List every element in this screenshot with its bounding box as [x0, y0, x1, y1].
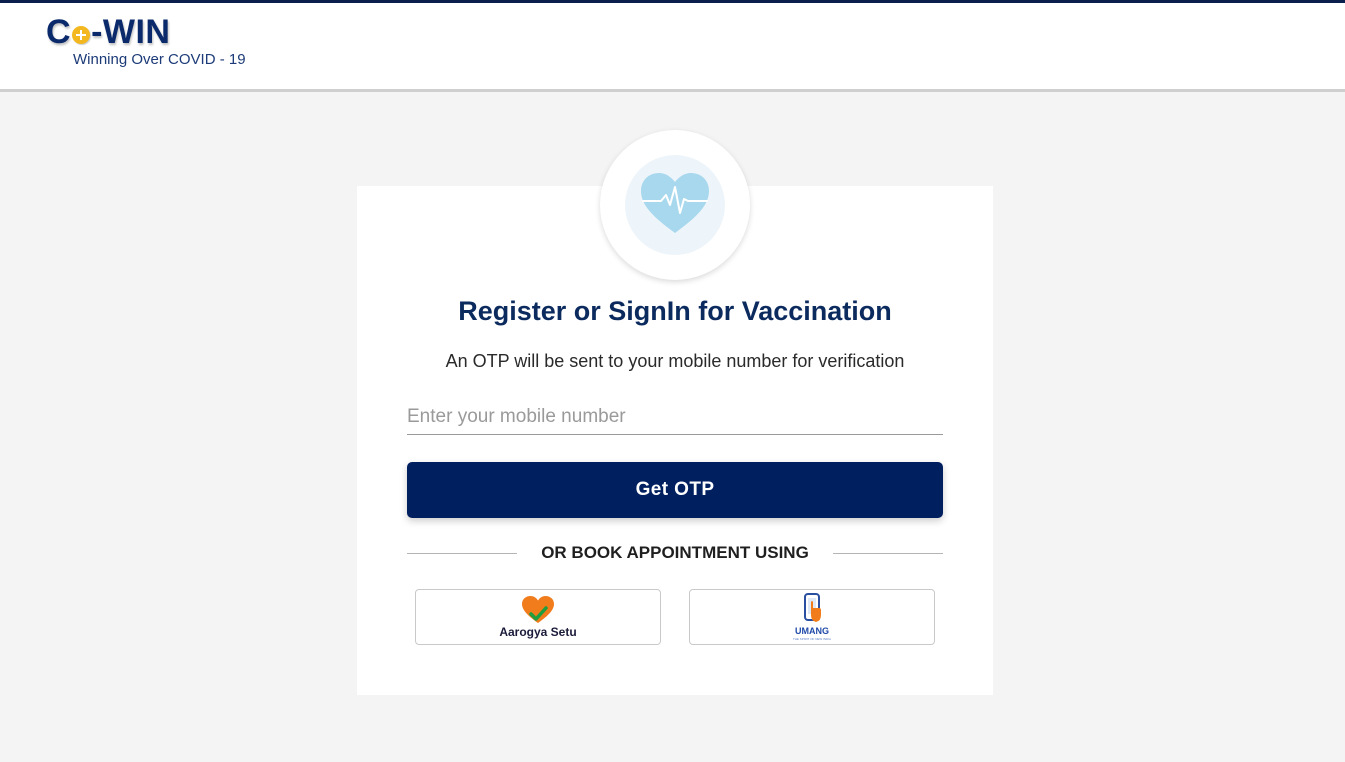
divider-text: OR BOOK APPOINTMENT USING — [541, 543, 809, 562]
page-subtitle: An OTP will be sent to your mobile numbe… — [445, 351, 905, 371]
heart-pulse-icon — [641, 173, 709, 233]
aarogya-setu-label: Aarogya Setu — [499, 625, 577, 639]
logo-letter-c: C — [46, 12, 72, 51]
page-title: Register or SignIn for Vaccination — [458, 296, 892, 326]
divider-line-right — [833, 553, 943, 554]
cowin-logo[interactable]: C -WIN Winning Over COVID - 19 — [46, 13, 266, 73]
mobile-number-input[interactable] — [407, 400, 943, 435]
umang-label: UMANG — [795, 626, 829, 636]
divider-line-left — [407, 553, 517, 554]
site-header: C -WIN Winning Over COVID - 19 — [0, 3, 1345, 92]
aarogya-setu-button[interactable]: Aarogya Setu — [415, 589, 661, 645]
get-otp-button[interactable]: Get OTP — [407, 462, 943, 518]
umang-sublabel: THE SPIRIT OF NEW INDIA — [792, 637, 832, 641]
avatar-inner-circle — [625, 155, 725, 255]
umang-phone-icon — [804, 593, 821, 622]
logo-win: -WIN — [91, 12, 171, 51]
card-avatar — [600, 130, 750, 280]
logo-wordmark: C -WIN — [46, 13, 170, 51]
logo-tagline: Winning Over COVID - 19 — [73, 51, 246, 68]
aarogya-setu-heart-icon — [522, 596, 554, 623]
umang-button[interactable]: UMANG THE SPIRIT OF NEW INDIA — [689, 589, 935, 645]
logo-plus-icon — [72, 26, 91, 44]
